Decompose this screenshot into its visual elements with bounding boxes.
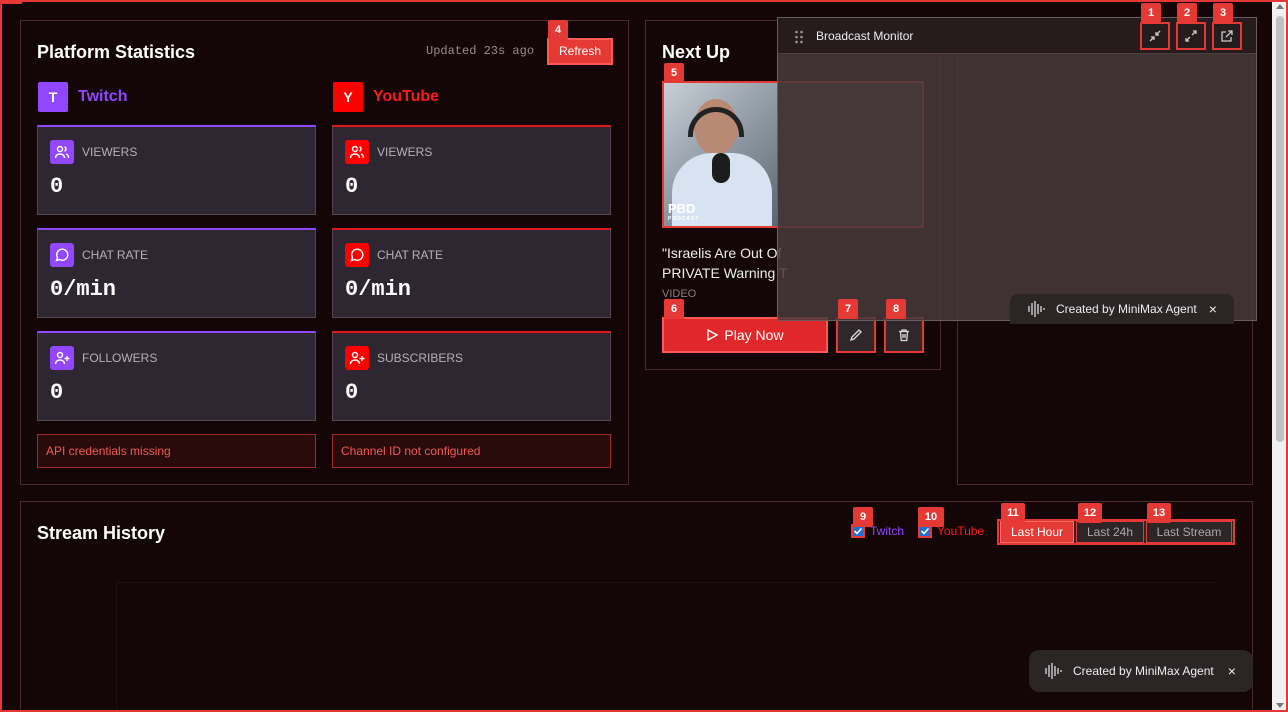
twitch-error-message: API credentials missing <box>37 434 316 468</box>
refresh-button[interactable]: Refresh <box>547 38 613 65</box>
video-title-line-1: "Israelis Are Out Of <box>662 245 782 261</box>
maximize-icon <box>1185 30 1197 42</box>
popout-button[interactable] <box>1212 22 1242 50</box>
updated-timestamp: Updated 23s ago <box>426 44 535 58</box>
watermark-text: Created by MiniMax Agent <box>1056 302 1197 316</box>
card-value: 0 <box>50 380 64 405</box>
youtube-filter-label: YouTube <box>937 524 985 538</box>
annotation-mark-12: 12 <box>1078 503 1102 523</box>
next-up-title: Next Up <box>662 42 731 62</box>
microphone-icon <box>712 153 730 183</box>
card-label: VIEWERS <box>377 145 433 159</box>
range-last-stream-button[interactable]: Last Stream <box>1146 521 1232 543</box>
twitch-followers-card: FOLLOWERS 0 <box>37 331 316 421</box>
annotation-mark-9: 9 <box>853 507 873 527</box>
annotation-mark-1: 1 <box>1141 3 1161 23</box>
monitor-watermark: Created by MiniMax Agent × <box>1010 294 1234 324</box>
play-now-label: Play Now <box>724 327 784 343</box>
card-label: FOLLOWERS <box>82 351 158 365</box>
annotation-mark-11: 11 <box>1001 503 1025 523</box>
annotation-mark-2: 2 <box>1177 3 1197 23</box>
play-now-button[interactable]: Play Now <box>662 317 828 353</box>
thumbnail-image: PBD PODCAST <box>664 83 778 226</box>
youtube-chat-rate-card: CHAT RATE 0/min <box>332 228 611 318</box>
card-label: CHAT RATE <box>377 248 444 262</box>
scroll-up-arrow[interactable] <box>1276 4 1284 9</box>
frame-corner <box>0 0 22 4</box>
twitch-name: Twitch <box>78 88 128 105</box>
soundwave-icon <box>1028 301 1045 317</box>
range-last-24h-button[interactable]: Last 24h <box>1076 521 1144 543</box>
annotation-mark-8: 8 <box>886 299 906 319</box>
youtube-badge: Y <box>333 82 363 112</box>
annotation-mark-3: 3 <box>1213 3 1233 23</box>
annotation-mark-10: 10 <box>918 507 944 527</box>
card-value: 0 <box>345 174 359 199</box>
podcast-logo-text: PBD <box>668 201 696 216</box>
pencil-icon <box>849 329 862 342</box>
bottom-watermark-toast: Created by MiniMax Agent × <box>1029 650 1253 692</box>
page-scrollbar[interactable] <box>1272 0 1288 712</box>
user-plus-icon <box>50 346 74 370</box>
monitor-title: Broadcast Monitor <box>816 29 914 43</box>
panel-title: Platform Statistics <box>37 42 196 62</box>
toast-text: Created by MiniMax Agent <box>1073 664 1214 678</box>
scroll-down-arrow[interactable] <box>1276 703 1284 708</box>
range-last-hour-button[interactable]: Last Hour <box>1000 521 1074 543</box>
edit-button[interactable] <box>836 317 876 353</box>
platform-statistics-panel: Platform Statistics Updated 23s ago Refr… <box>20 20 629 485</box>
card-label: VIEWERS <box>82 145 138 159</box>
annotation-mark-6: 6 <box>664 299 684 319</box>
twitch-badge: T <box>38 82 68 112</box>
users-icon <box>345 140 369 164</box>
youtube-subscribers-card: SUBSCRIBERS 0 <box>332 331 611 421</box>
annotation-mark-4: 4 <box>548 20 568 40</box>
scrollbar-thumb[interactable] <box>1276 16 1284 442</box>
annotation-mark-5: 5 <box>664 63 684 83</box>
podcast-logo: PBD PODCAST <box>668 201 700 225</box>
soundwave-icon <box>1045 663 1062 679</box>
user-plus-icon <box>345 346 369 370</box>
delete-button[interactable] <box>884 317 924 353</box>
card-value: 0/min <box>50 277 117 302</box>
trash-icon <box>899 329 909 342</box>
users-icon <box>50 140 74 164</box>
card-value: 0 <box>345 380 359 405</box>
video-title: "Israelis Are Out Of PRIVATE Warning T <box>662 243 788 283</box>
toast-close-icon[interactable]: × <box>1228 663 1236 679</box>
external-link-icon <box>1221 30 1233 42</box>
video-title-line-2: PRIVATE Warning T <box>662 265 788 281</box>
minimize-icon <box>1149 30 1161 42</box>
youtube-viewers-card: VIEWERS 0 <box>332 125 611 215</box>
annotation-mark-7: 7 <box>838 299 858 319</box>
youtube-name: YouTube <box>373 88 440 105</box>
card-value: 0/min <box>345 277 412 302</box>
youtube-error-message: Channel ID not configured <box>332 434 611 468</box>
drag-handle-icon[interactable] <box>794 30 804 44</box>
chat-icon <box>50 243 74 267</box>
annotation-mark-13: 13 <box>1147 503 1171 523</box>
chart-area <box>116 582 1216 712</box>
twitch-chat-rate-card: CHAT RATE 0/min <box>37 228 316 318</box>
broadcast-monitor-window[interactable]: Broadcast Monitor Created by MiniMax Age… <box>777 17 1257 324</box>
check-icon <box>920 527 930 535</box>
chat-icon <box>345 243 369 267</box>
minimize-button[interactable] <box>1140 22 1170 50</box>
card-label: CHAT RATE <box>82 248 149 262</box>
play-icon <box>707 328 719 342</box>
stream-history-title: Stream History <box>37 523 166 543</box>
podcast-logo-sub: PODCAST <box>668 216 700 222</box>
watermark-close-icon[interactable]: × <box>1209 301 1217 317</box>
card-label: SUBSCRIBERS <box>377 351 464 365</box>
twitch-viewers-card: VIEWERS 0 <box>37 125 316 215</box>
monitor-titlebar[interactable]: Broadcast Monitor <box>778 18 1256 54</box>
check-icon <box>853 527 863 535</box>
maximize-button[interactable] <box>1176 22 1206 50</box>
twitch-filter-label: Twitch <box>870 524 905 538</box>
card-value: 0 <box>50 174 64 199</box>
